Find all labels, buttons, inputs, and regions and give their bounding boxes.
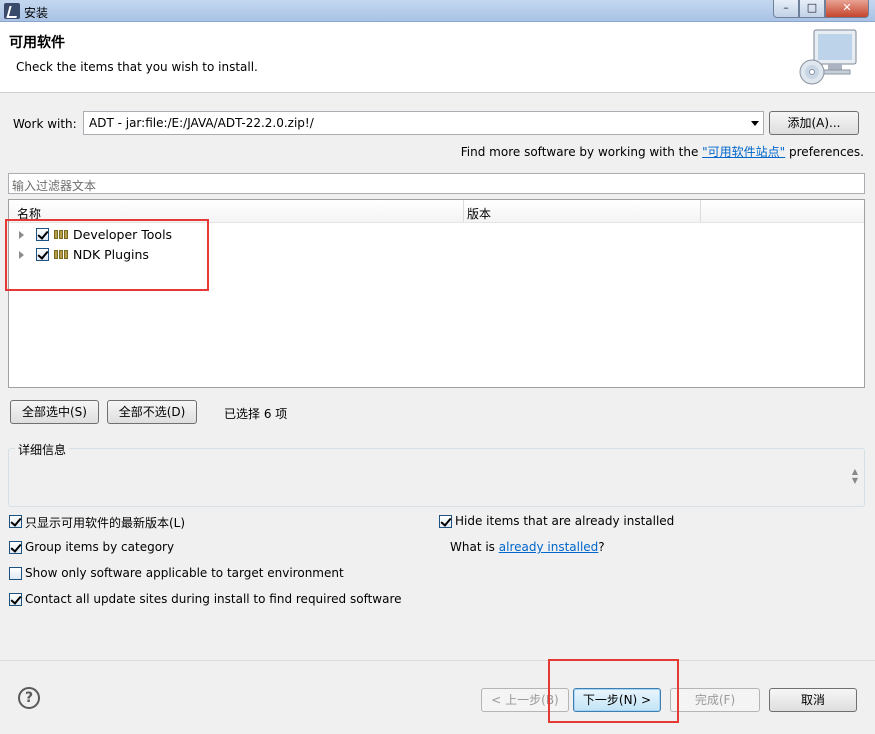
window-controls: – □ ✕ [773,0,869,18]
deselect-all-button[interactable]: 全部不选(D) [107,400,197,424]
already-installed-link[interactable]: already installed [499,540,599,554]
highlight-box-next [548,659,679,723]
finish-button[interactable]: 完成(F) [670,688,760,712]
title-bar: 安装 – □ ✕ [0,0,875,22]
workwith-combobox[interactable]: ADT - jar:file:/E:/JAVA/ADT-22.2.0.zip!/ [83,111,764,135]
cancel-button[interactable]: 取消 [769,688,857,712]
close-button[interactable]: ✕ [825,0,869,18]
target-env-checkbox[interactable] [9,567,22,580]
details-group: 详细信息 ▲ ▼ [8,441,865,507]
hide-installed-checkbox[interactable] [439,515,452,528]
group-by-category-checkbox[interactable] [9,541,22,554]
details-area [11,459,862,504]
filter-input[interactable]: 输入过滤器文本 [8,173,865,194]
header-banner: 可用软件 Check the items that you wish to in… [0,22,875,93]
highlight-box-tree-items [5,219,209,291]
minimize-button[interactable]: – [773,0,799,18]
what-is-installed-text: What is already installed? [450,540,605,554]
column-version[interactable]: 版本 [467,205,491,222]
scroll-arrows-icon[interactable]: ▲ ▼ [850,467,860,489]
select-all-button[interactable]: 全部选中(S) [10,400,99,424]
help-icon[interactable]: ? [18,687,40,709]
latest-version-checkbox[interactable] [9,515,22,528]
available-sites-link[interactable]: "可用软件站点" [702,145,785,159]
find-more-text: Find more software by working with the "… [460,145,864,159]
dropdown-arrow-icon[interactable] [751,121,759,126]
computer-cd-icon [799,29,857,85]
eclipse-app-icon [4,3,20,19]
details-legend: 详细信息 [15,441,70,458]
page-description: Check the items that you wish to install… [16,60,258,74]
footer-divider [0,660,875,661]
selection-count: 已选择 6 项 [224,407,288,421]
window-title: 安装 [24,6,49,20]
add-site-button[interactable]: 添加(A)... [769,111,859,135]
page-title: 可用软件 [9,35,65,51]
workwith-value: ADT - jar:file:/E:/JAVA/ADT-22.2.0.zip!/ [89,116,314,130]
maximize-button[interactable]: □ [799,0,825,18]
workwith-label: Work with: [13,117,77,131]
contact-sites-checkbox[interactable] [9,593,22,606]
